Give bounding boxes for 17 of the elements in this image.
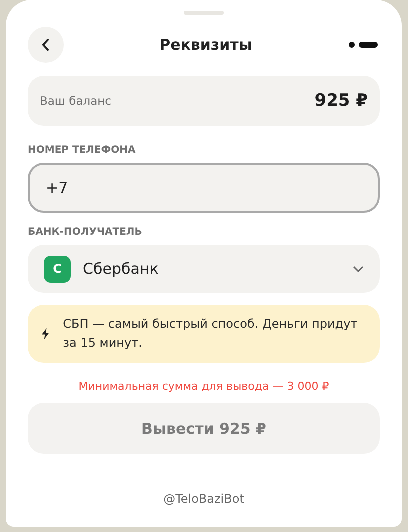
back-button[interactable] [28,27,64,63]
balance-label: Ваш баланс [40,94,112,108]
back-icon [42,39,50,51]
chevron-down-icon [353,266,364,272]
lightning-icon [42,327,50,341]
balance-amount: 925 ₽ [314,91,368,111]
field-label: НОМЕР ТЕЛЕФОНА [28,145,137,156]
phone-input[interactable]: +7 [28,163,380,213]
info-text: СБП — самый быстрый способ. Деньги придут за 15 минут. [63,316,359,352]
more-icon[interactable] [348,41,380,49]
bot-username: @TeloBaziBot [164,492,244,506]
field-label: БАНК-ПОЛУЧАТЕЛЬ [28,227,144,238]
bank-name: Сбербанк [83,260,160,278]
bank-select[interactable]: С Сбербанк [28,245,380,293]
bank-logo: С [44,256,71,282]
page-title: Реквизиты [160,36,252,54]
minimum-warning: Минимальная сумма для вывода — 3 000 ₽ [78,380,330,393]
